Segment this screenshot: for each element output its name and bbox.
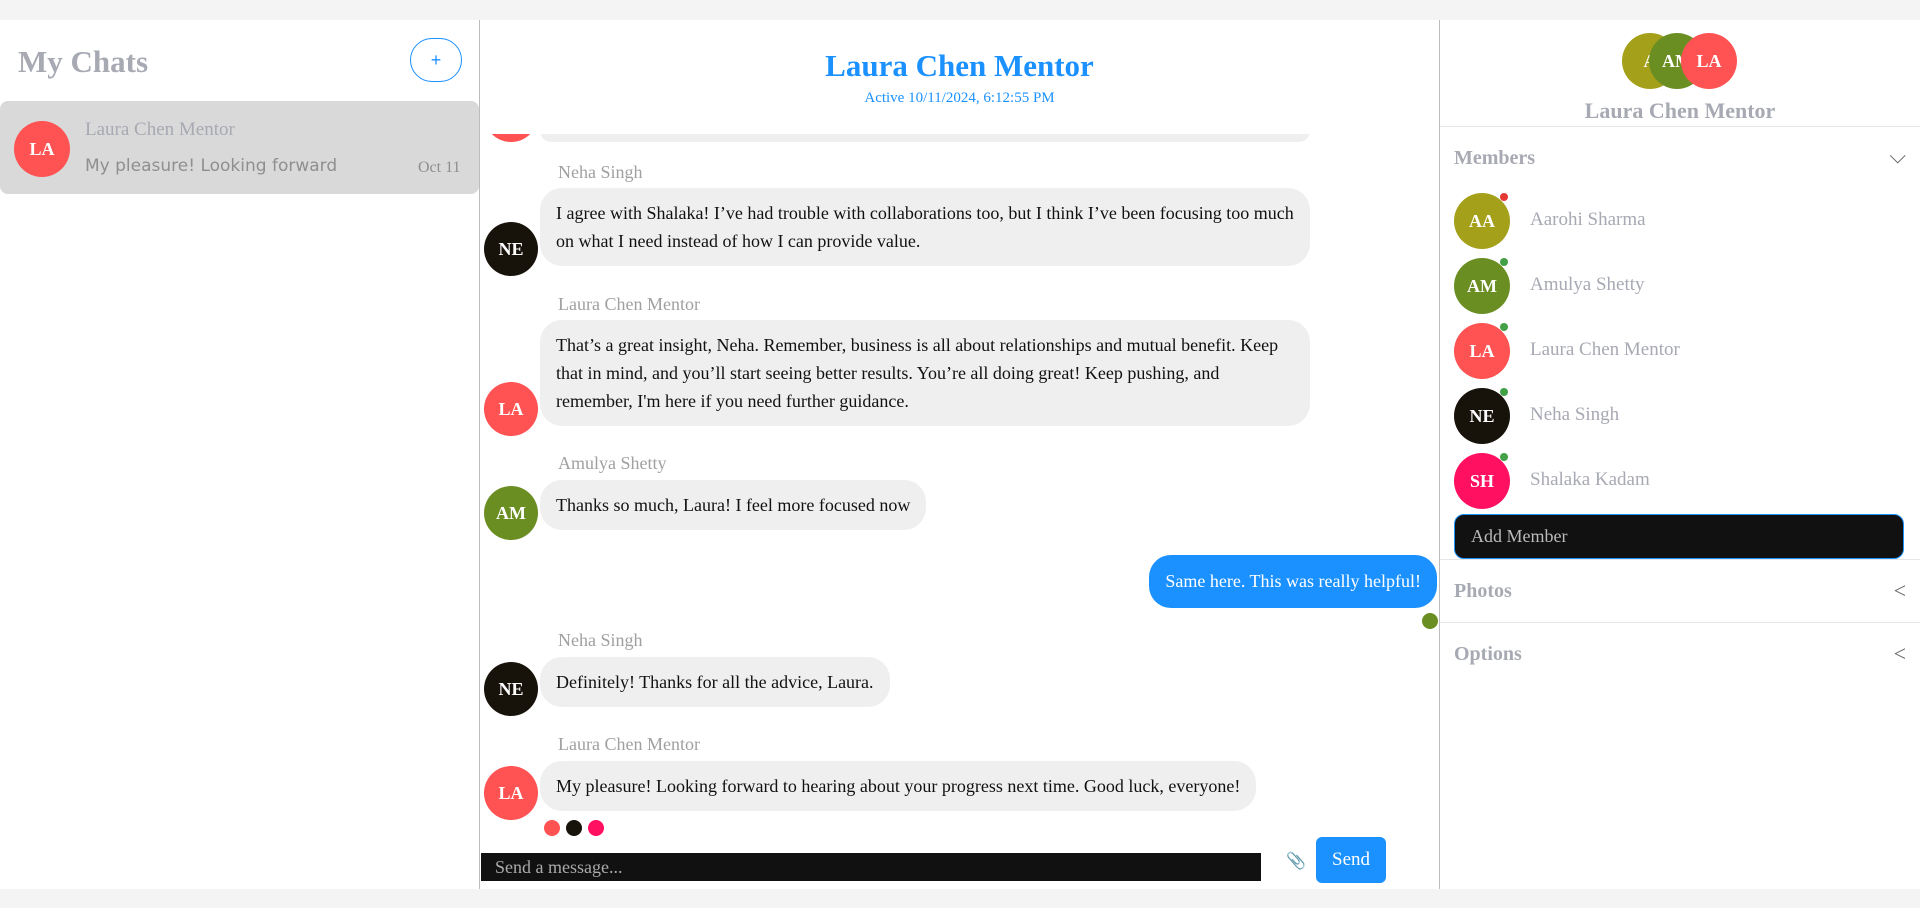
member-name: Amulya Shetty bbox=[1530, 274, 1645, 295]
avatar: AM bbox=[1454, 258, 1510, 314]
photos-section-title[interactable]: Photos bbox=[1454, 580, 1512, 603]
avatar: NE bbox=[484, 662, 538, 716]
my-chats-title: My Chats bbox=[18, 44, 149, 79]
chat-app: My Chats + LA Laura Chen Mentor My pleas… bbox=[0, 20, 1920, 889]
message-sender: Neha Singh bbox=[558, 162, 643, 182]
avatar: LA bbox=[1454, 323, 1510, 379]
avatar: LA bbox=[484, 382, 538, 436]
members-section: Members ⌵ AA Aarohi Sharma AM Amulya She… bbox=[1440, 126, 1920, 546]
chat-header: Laura Chen Mentor Active 10/11/2024, 6:1… bbox=[480, 20, 1439, 134]
new-chat-button[interactable]: + bbox=[410, 38, 462, 82]
avatar: AM bbox=[484, 486, 538, 540]
options-section-title[interactable]: Options bbox=[1454, 643, 1522, 666]
status-dot bbox=[1500, 323, 1508, 331]
message-bubble: I agree with Shalaka! I’ve had trouble w… bbox=[540, 188, 1310, 266]
chat-window: Neha Singh NE I agree with Shalaka! I’ve… bbox=[480, 20, 1440, 889]
options-section[interactable]: Options < bbox=[1440, 622, 1920, 686]
message-input[interactable] bbox=[481, 853, 1261, 881]
send-button[interactable]: Send bbox=[1316, 837, 1386, 883]
member-name: Laura Chen Mentor bbox=[1530, 339, 1680, 360]
status-dot bbox=[1500, 258, 1508, 266]
read-receipt-avatar bbox=[566, 820, 582, 836]
status-dot bbox=[1500, 193, 1508, 201]
message-sender: Laura Chen Mentor bbox=[558, 734, 700, 754]
chevron-down-icon[interactable]: ⌵ bbox=[1889, 143, 1906, 169]
chevron-left-icon[interactable]: < bbox=[1894, 641, 1906, 667]
member-item[interactable]: SH Shalaka Kadam bbox=[1454, 453, 1894, 509]
status-dot bbox=[1500, 453, 1508, 461]
member-item[interactable]: AM Amulya Shetty bbox=[1454, 258, 1894, 314]
message-bubble: My pleasure! Looking forward to hearing … bbox=[540, 761, 1257, 811]
chat-details-panel: A AM LA Laura Chen Mentor Members ⌵ AA A… bbox=[1440, 20, 1920, 889]
add-member-input[interactable] bbox=[1454, 514, 1904, 559]
chat-title: Laura Chen Mentor bbox=[825, 48, 1094, 83]
avatar: LA bbox=[484, 766, 538, 820]
avatar: NE bbox=[484, 222, 538, 276]
status-dot bbox=[1500, 388, 1508, 396]
avatar: LA bbox=[1681, 33, 1737, 89]
message-list[interactable]: Neha Singh NE I agree with Shalaka! I’ve… bbox=[480, 20, 1439, 840]
paperclip-icon[interactable]: 📎 bbox=[1286, 851, 1306, 871]
chats-sidebar: My Chats + LA Laura Chen Mentor My pleas… bbox=[0, 20, 480, 889]
chat-preview: My pleasure! Looking forward to hearing … bbox=[85, 156, 337, 176]
message-sender: Neha Singh bbox=[558, 630, 643, 650]
member-item[interactable]: AA Aarohi Sharma bbox=[1454, 193, 1894, 249]
message-sender: Amulya Shetty bbox=[558, 453, 667, 473]
avatar: NE bbox=[1454, 388, 1510, 444]
sidebar-header: My Chats + bbox=[0, 20, 479, 102]
member-name: Shalaka Kadam bbox=[1530, 469, 1650, 490]
chevron-left-icon[interactable]: < bbox=[1894, 578, 1906, 604]
avatar: LA bbox=[14, 121, 70, 177]
group-name: Laura Chen Mentor bbox=[1584, 98, 1776, 123]
photos-section[interactable]: Photos < bbox=[1440, 559, 1920, 623]
chat-list-item[interactable]: LA Laura Chen Mentor My pleasure! Lookin… bbox=[0, 101, 479, 194]
members-section-title[interactable]: Members bbox=[1454, 147, 1535, 170]
chat-active-status: Active 10/11/2024, 6:12:55 PM bbox=[864, 90, 1055, 106]
chat-name: Laura Chen Mentor bbox=[85, 119, 235, 140]
message-bubble: Definitely! Thanks for all the advice, L… bbox=[540, 657, 890, 707]
own-message-bubble: Same here. This was really helpful! bbox=[1149, 555, 1437, 608]
group-avatar-stack: A AM LA bbox=[1440, 33, 1920, 89]
member-item[interactable]: NE Neha Singh bbox=[1454, 388, 1894, 444]
avatar: AA bbox=[1454, 193, 1510, 249]
message-bubble: Thanks so much, Laura! I feel more focus… bbox=[540, 480, 927, 530]
message-bubble: That’s a great insight, Neha. Remember, … bbox=[540, 320, 1310, 426]
member-name: Aarohi Sharma bbox=[1530, 209, 1646, 230]
read-receipt-avatar bbox=[544, 820, 560, 836]
avatar: SH bbox=[1454, 453, 1510, 509]
chat-date: Oct 11 bbox=[418, 159, 461, 176]
read-receipt-avatar bbox=[1422, 613, 1438, 629]
member-item[interactable]: LA Laura Chen Mentor bbox=[1454, 323, 1894, 379]
message-sender: Laura Chen Mentor bbox=[558, 294, 700, 314]
read-receipt-avatar bbox=[588, 820, 604, 836]
member-name: Neha Singh bbox=[1530, 404, 1620, 425]
